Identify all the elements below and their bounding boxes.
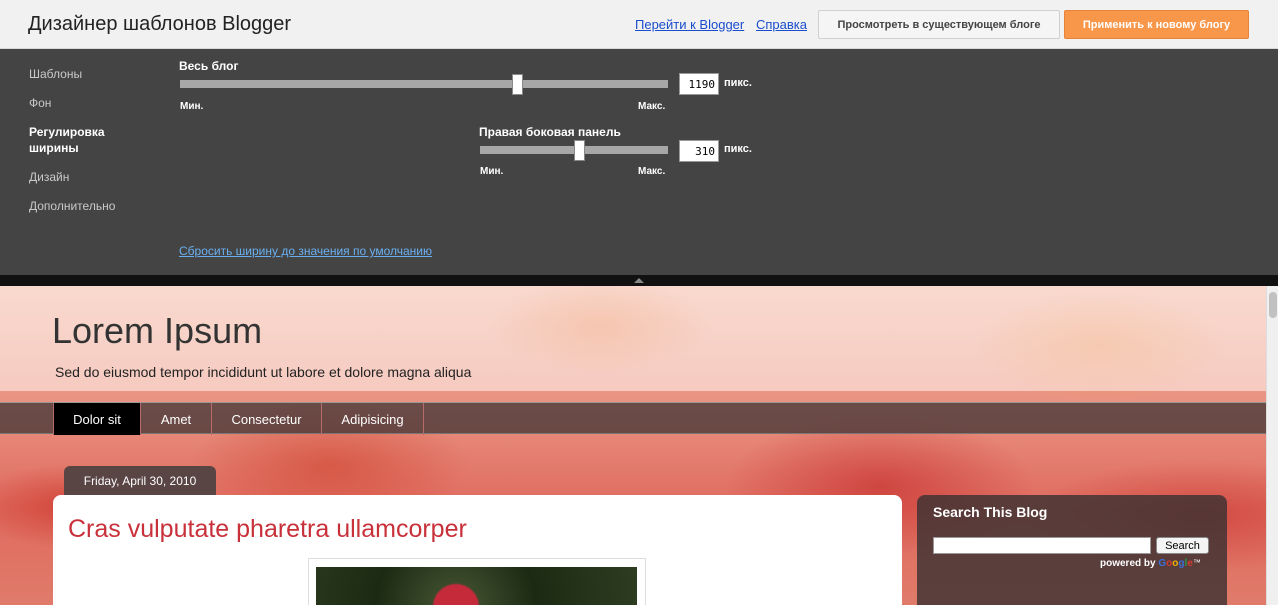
right-sidebar-min-label: Мин. [480,166,504,177]
app-title: Дизайнер шаблонов Blogger [28,13,291,36]
post-image[interactable] [316,567,637,605]
powered-by-text: powered by [1100,558,1156,569]
tab-consectetur[interactable]: Consectetur [212,403,322,435]
blog-header: Lorem Ipsum Sed do eiusmod tempor incidi… [0,286,1266,391]
blog-title[interactable]: Lorem Ipsum [52,310,262,352]
reset-width-link[interactable]: Сбросить ширину до значения по умолчанию [179,244,432,258]
blog-page-tabs: Dolor sit Amet Consectetur Adipisicing [0,402,1266,435]
view-in-existing-blog-button[interactable]: Просмотреть в существующем блоге [818,10,1060,39]
help-link[interactable]: Справка [756,17,807,32]
whole-blog-max-label: Макс. [638,101,666,112]
post-date-header: Friday, April 30, 2010 [64,466,216,495]
blog-search-button[interactable]: Search [1156,537,1209,554]
tab-dolor-sit[interactable]: Dolor sit [53,403,141,435]
sidebar-item-templates[interactable]: Шаблоны [29,66,149,82]
powered-by-google: powered by Google™ [1100,558,1201,569]
apply-to-new-blog-button[interactable]: Применить к новому блогу [1064,10,1249,39]
blog-search-input[interactable] [933,537,1151,554]
right-sidebar-unit: пикс. [724,143,752,155]
whole-blog-width-input[interactable]: 1190 [679,73,719,95]
post-title[interactable]: Cras vulputate pharetra ullamcorper [68,515,467,544]
search-widget: Search This Blog Search powered by Googl… [917,495,1227,605]
collapse-arrow-icon[interactable] [634,278,644,283]
preview-scroll-thumb[interactable] [1269,292,1277,318]
right-sidebar-max-label: Макс. [638,166,666,177]
top-bar: Дизайнер шаблонов Blogger Перейти к Blog… [0,0,1278,49]
designer-panel: Шаблоны Фон Регулировка ширины Дизайн До… [0,49,1278,275]
tab-adipisicing[interactable]: Adipisicing [322,403,424,435]
designer-sidebar: Шаблоны Фон Регулировка ширины Дизайн До… [29,66,149,227]
blog-description: Sed do eiusmod tempor incididunt ut labo… [55,364,472,380]
whole-blog-label: Весь блог [179,59,239,73]
sidebar-item-width[interactable]: Регулировка ширины [29,124,149,156]
whole-blog-slider-track[interactable] [180,80,668,88]
sidebar-item-advanced[interactable]: Дополнительно [29,198,149,214]
goto-blogger-link[interactable]: Перейти к Blogger [635,17,744,32]
whole-blog-min-label: Мин. [180,101,204,112]
app-title-main: Дизайнер шаблонов [28,13,217,35]
tab-amet[interactable]: Amet [141,403,212,435]
right-sidebar-label: Правая боковая панель [479,125,621,139]
app-title-brand: Blogger [222,13,292,35]
whole-blog-unit: пикс. [724,77,752,89]
google-tm: ™ [1192,558,1201,567]
post-card: Cras vulputate pharetra ullamcorper [53,495,902,605]
blog-preview: Lorem Ipsum Sed do eiusmod tempor incidi… [0,286,1266,605]
sidebar-item-layout[interactable]: Дизайн [29,169,149,185]
right-sidebar-slider-handle[interactable] [574,140,585,161]
right-sidebar-width-input[interactable]: 310 [679,140,719,162]
whole-blog-slider-handle[interactable] [512,74,523,95]
search-widget-title: Search This Blog [933,504,1048,520]
preview-scrollbar[interactable] [1266,286,1278,605]
sidebar-item-background[interactable]: Фон [29,95,149,111]
google-logo: Google [1158,558,1193,569]
